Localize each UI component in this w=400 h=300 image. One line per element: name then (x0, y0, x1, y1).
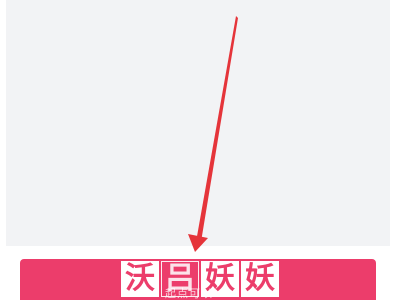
content-panel (6, 0, 390, 246)
screen: 沃 吕 妖 妖 起点可以 (0, 0, 400, 300)
primary-action-button[interactable] (20, 259, 376, 300)
